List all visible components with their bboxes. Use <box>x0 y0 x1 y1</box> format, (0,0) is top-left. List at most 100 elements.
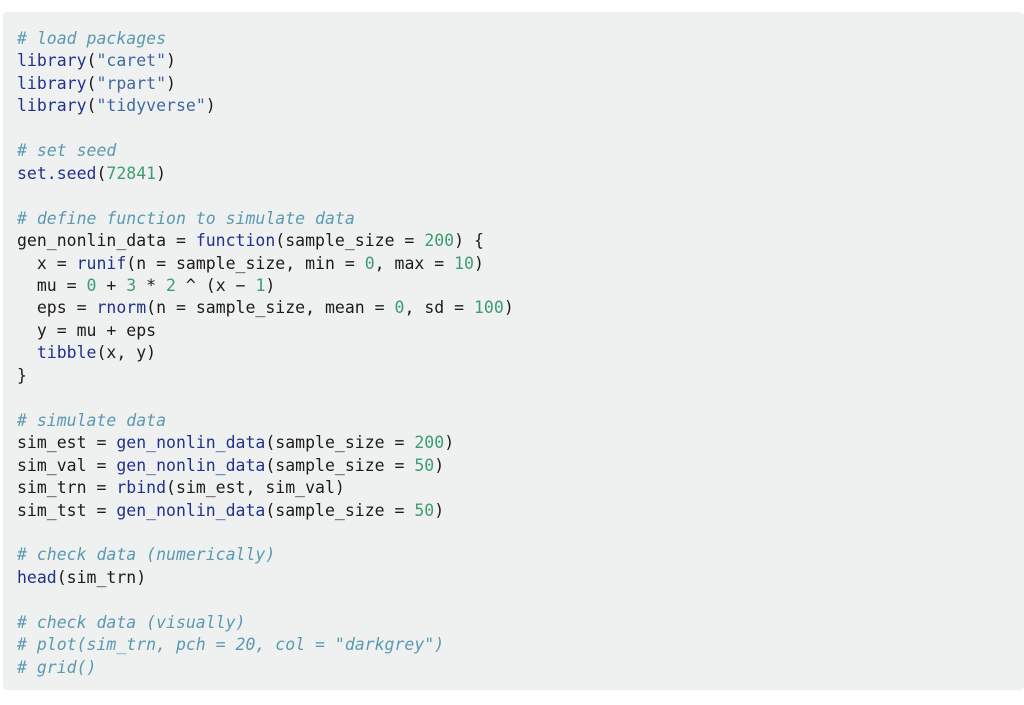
code-token-cm: # plot(sim_trn, pch = 20, col = "darkgre… <box>17 635 445 655</box>
code-token-pl: ) <box>166 51 176 71</box>
code-token-fn: gen_nonlin_data <box>116 455 266 475</box>
code-token-pl: (x, y) <box>96 343 157 363</box>
code-line: sim_tst = gen_nonlin_data(sample_size = … <box>17 500 1024 522</box>
code-token-pl: ) <box>503 298 514 318</box>
code-token-pl: (sample_size = <box>265 500 415 520</box>
code-token-st: "tidyverse" <box>96 96 206 116</box>
code-token-fn: gen_nonlin_data <box>116 433 266 453</box>
code-token-pl: ) <box>444 433 455 453</box>
code-line: sim_trn = rbind(sim_est, sim_val) <box>17 477 1024 499</box>
code-token-pl: ( <box>86 51 97 71</box>
code-token-pl: ( <box>86 96 97 116</box>
code-token-nu: 0 <box>394 298 405 318</box>
code-token-pl: ( <box>96 163 107 183</box>
code-token-pl: sim_est = <box>17 433 117 453</box>
code-token-cm: # set seed <box>17 141 117 161</box>
code-line: } <box>17 365 1024 387</box>
code-token-cm: # check data (numerically) <box>17 545 276 565</box>
code-token-pl: (n = sample_size, mean = <box>146 298 395 318</box>
code-token-pl: (sample_size = <box>275 231 425 251</box>
code-line: set.seed(72841) <box>17 163 1024 185</box>
code-line: # define function to simulate data <box>17 208 1024 230</box>
code-line: head(sim_trn) <box>17 567 1024 589</box>
code-token-pl: ) <box>205 96 216 116</box>
code-line: gen_nonlin_data = function(sample_size =… <box>17 230 1024 252</box>
code-token-pl: ) <box>474 253 484 273</box>
code-line: # grid() <box>17 657 1024 679</box>
code-token-nu: 1 <box>255 275 266 295</box>
code-line: # simulate data <box>17 410 1024 432</box>
code-token-nu: 10 <box>454 253 474 273</box>
code-token-pl: ) <box>156 163 167 183</box>
code-line: x = runif(n = sample_size, min = 0, max … <box>17 253 1024 275</box>
code-token-pl: , sd = <box>404 298 474 318</box>
code-token-cm: # load packages <box>17 29 167 48</box>
code-token-nu: 72841 <box>106 163 157 183</box>
code-token-pl: ) <box>265 275 276 295</box>
code-token-pl: (sim_trn) <box>56 567 147 587</box>
code-token-kw: library <box>17 96 87 116</box>
code-token-pl: sim_trn = <box>17 478 117 498</box>
r-code-block[interactable]: # load packages library("caret") library("… <box>3 12 1024 690</box>
code-line: mu = 0 + 3 * 2 ^ (x − 1) <box>17 275 1024 297</box>
code-token-kw: function <box>195 231 276 251</box>
code-token-kw: set.seed <box>17 163 97 183</box>
code-token-nu: 0 <box>86 275 97 295</box>
code-token-fn: rbind <box>116 478 167 498</box>
code-token-pl: * <box>136 275 167 295</box>
code-line: library("tidyverse") <box>17 95 1024 117</box>
code-token-cm: # grid() <box>17 657 97 677</box>
code-screenshot-page: # load packages library("caret") library("… <box>0 0 1024 705</box>
code-token-pl: sim_tst = <box>17 500 117 520</box>
code-line: # set seed <box>17 140 1024 162</box>
code-token-st: "rpart" <box>96 73 167 93</box>
code-content[interactable]: # load packages library("caret") library("… <box>17 28 1024 679</box>
code-line: # check data (numerically) <box>17 544 1024 566</box>
code-line: sim_val = gen_nonlin_data(sample_size = … <box>17 455 1024 477</box>
code-token-st: "caret" <box>96 51 167 71</box>
code-token-pl: (n = sample_size, min = <box>126 253 365 273</box>
code-token-pl: } <box>17 365 27 385</box>
code-token-fn: tibble <box>36 343 97 363</box>
code-token-fn: gen_nonlin_data <box>116 500 266 520</box>
code-token-nu: 200 <box>414 433 445 453</box>
code-token-kw: head <box>17 567 57 587</box>
code-line: # load packages <box>17 28 1024 50</box>
code-token-fn: runif <box>76 253 127 273</box>
code-token-pl: ) { <box>454 231 484 251</box>
code-token-pl: (sim_est, sim_val) <box>166 478 345 498</box>
code-line: library("rpart") <box>17 73 1024 95</box>
code-line: sim_est = gen_nonlin_data(sample_size = … <box>17 432 1024 454</box>
code-token-fn: rnorm <box>96 298 147 318</box>
code-line: tibble(x, y) <box>17 342 1024 364</box>
code-token-pl: ( <box>86 73 97 93</box>
code-token-pl: ) <box>166 73 176 93</box>
code-token-pl: (sample_size = <box>265 455 415 475</box>
code-token-nu: 100 <box>474 298 504 318</box>
code-token-nu: 50 <box>414 455 435 475</box>
code-token-kw: library <box>17 51 87 71</box>
code-token-cm: # simulate data <box>17 410 167 430</box>
code-line: y = mu + eps <box>17 320 1024 342</box>
code-token-pl: eps = <box>17 298 97 318</box>
code-token-nu: 200 <box>424 231 455 251</box>
code-line: library("caret") <box>17 50 1024 72</box>
code-token-pl: gen_nonlin_data = <box>17 231 196 251</box>
code-line: # check data (visually) <box>17 612 1024 634</box>
code-token-pl: x = <box>17 253 77 273</box>
code-token-pl: ) <box>434 500 445 520</box>
code-line: eps = rnorm(n = sample_size, mean = 0, s… <box>17 297 1024 319</box>
code-token-pl: sim_val = <box>17 455 117 475</box>
code-token-nu: 50 <box>414 500 435 520</box>
code-token-cm: # check data (visually) <box>17 612 246 632</box>
code-token-pl: , max = <box>374 253 455 273</box>
code-token-pl: + <box>96 275 127 295</box>
code-token-pl: (sample_size = <box>265 433 415 453</box>
code-token-cm: # define function to simulate data <box>17 208 355 228</box>
code-token-nu: 2 <box>166 275 176 295</box>
